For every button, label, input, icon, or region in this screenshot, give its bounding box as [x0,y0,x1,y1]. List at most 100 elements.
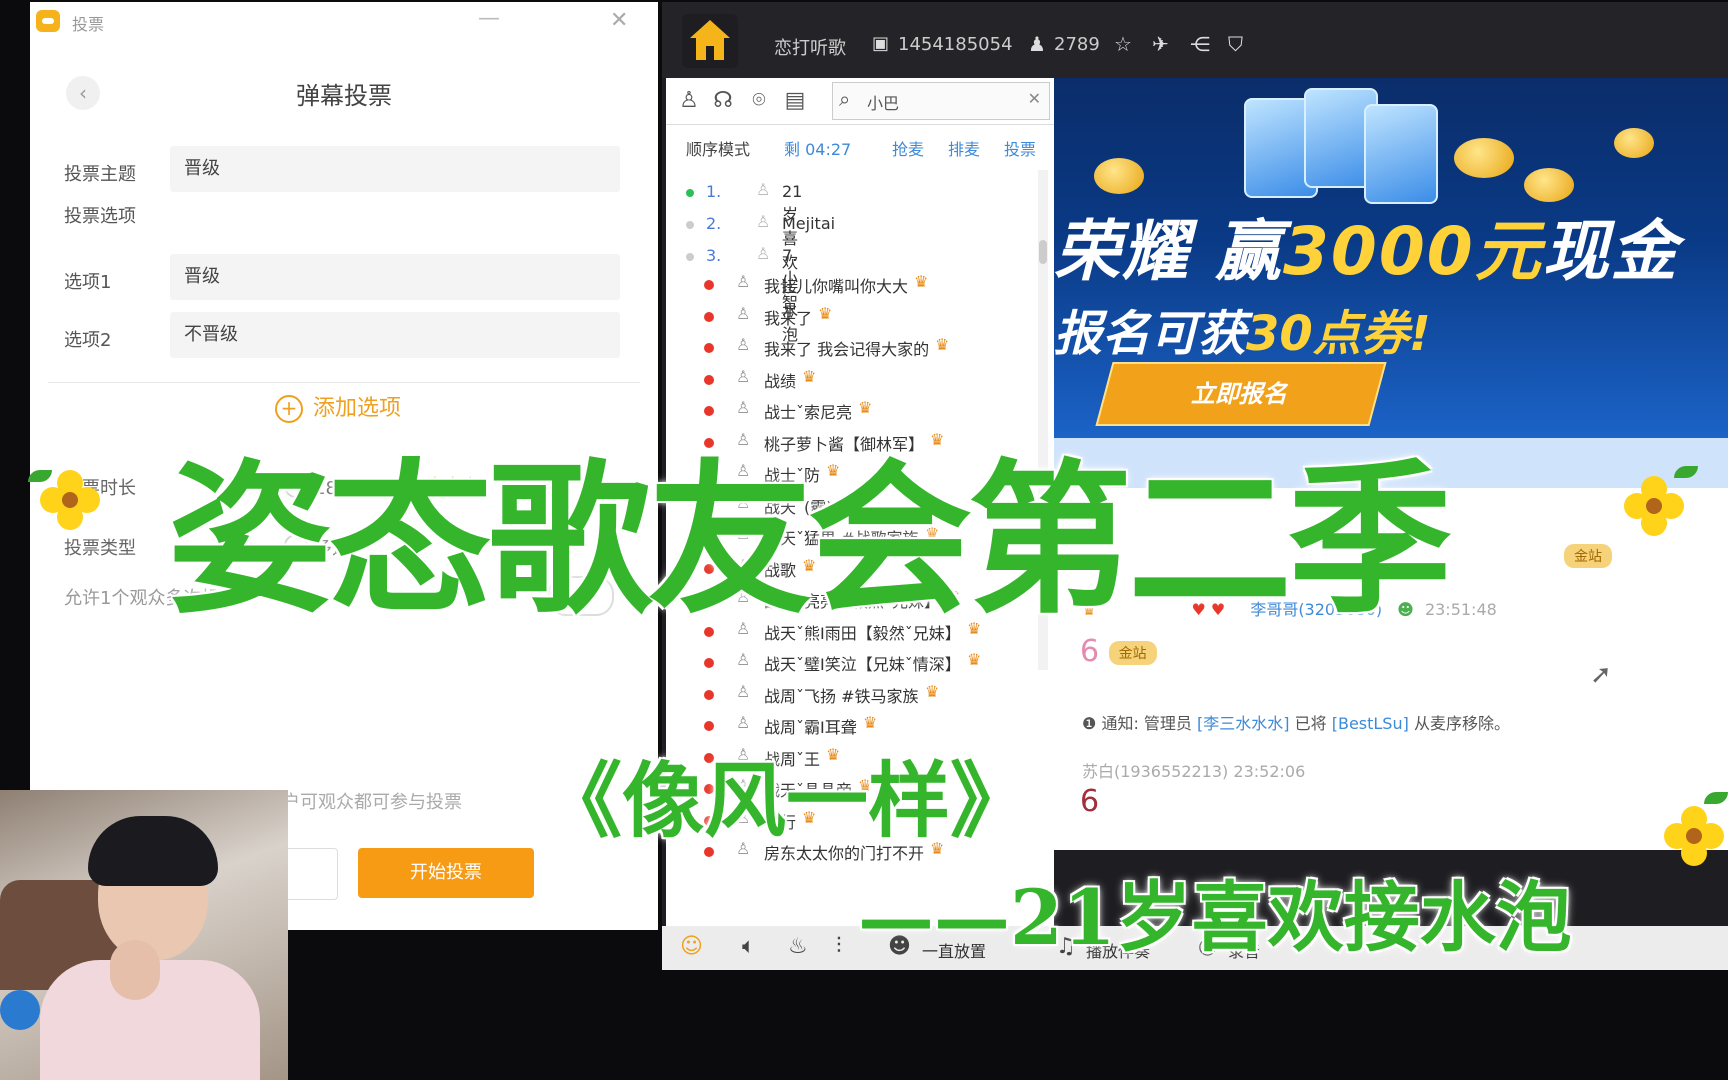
vote-link[interactable]: 投票 [1004,136,1036,160]
user-icon: ♙ [736,681,751,701]
flower-decoration [1624,466,1698,536]
online-dot-icon [704,311,714,322]
coin-graphic [1094,158,1144,194]
panel-tabs: ♙ ☊ ⌾ ▤ ⌕ 小巴 ✕ [666,78,1054,125]
sort-bar: 顺序模式 剩 04:27 抢麦 排麦 投票 [666,128,1054,164]
room-id: 1454185054 [898,34,1013,55]
mixer-icon[interactable]: ⫶ [836,934,842,959]
list-icon[interactable]: ▤ [780,86,810,116]
queue-rank: 1. [706,182,722,201]
streamer-hand [110,940,160,1000]
online-dot-icon [704,374,714,385]
location-icon[interactable]: ⌾ [744,86,774,116]
user-name: 战周ˇ飞扬 #铁马家族 [764,686,919,706]
divider [48,382,640,383]
grab-mic-link[interactable]: 抢麦 [892,136,924,160]
search-icon: ⌕ [839,87,851,111]
online-dot-icon [704,689,714,700]
user-name: 战天ˇ璧Ⅰ笑泣【兄妹ˇ情深】 [764,655,961,674]
queue-rank: 3. [706,246,722,265]
coin-graphic [1454,138,1514,178]
queue-rank: 2. [706,214,722,233]
overlay-artist: ——21岁喜欢接水泡 [858,873,1572,962]
crown-icon: ♛ [818,303,833,323]
vote-titlebar: 投票 — ✕ [30,2,658,42]
banner-headline: 荣耀 赢3000元现金 [1054,213,1679,290]
status-dot-icon [686,189,694,197]
option1-input[interactable]: 晋级 [170,254,620,300]
app-logo-icon [36,10,60,32]
room-name: 恋打听歌 [774,38,846,59]
user-list-item[interactable]: ♙ 我来了 ♛ [666,302,1054,332]
user-list-item[interactable]: ♙ 战天ˇ璧Ⅰ笑泣【兄妹ˇ情深】 ♛ [666,648,1054,678]
flower-decoration [1664,792,1728,866]
user-list-item[interactable]: ♙ 战周ˇ飞扬 #铁马家族 ♛ [666,680,1054,710]
shield-icon[interactable]: ⛉ [1228,32,1243,56]
queue-name: Mejitai [782,214,836,233]
coin-graphic [1524,168,1574,202]
option1-label: 选项1 [64,272,112,293]
user-icon: ♙ [736,713,751,732]
clear-icon[interactable]: ✕ [1028,89,1041,108]
online-dot-icon [704,721,714,731]
online-dot-icon [704,280,714,290]
user-icon: ♙ [756,180,771,199]
admin-notice: ❶ 通知: 管理员 [李三水水水] 已将 [BestLSu] 从麦序移除。 [1082,714,1510,733]
user-search[interactable]: ⌕ 小巴 ✕ [832,82,1050,120]
home-icon[interactable] [682,14,738,68]
share-icon[interactable]: ⋲ [1190,32,1210,56]
user-name: 我来了 我会记得大家的 [764,340,930,359]
promo-banner[interactable]: 荣耀 赢3000元现金 报名可获30点券! 立即报名 [1054,78,1728,438]
streamer-hair [88,816,218,886]
headset-icon[interactable]: ☊ [708,86,738,116]
status-dot-icon [686,221,694,229]
start-vote-button[interactable]: 开始投票 [358,848,534,898]
mascot-icon[interactable]: ☺ [680,934,703,959]
user-list-item[interactable]: ♙ 我让儿你嘴叫你大大 ♛ [666,270,1054,300]
user-icon: ♙ [736,366,751,386]
user-icon: ♙ [736,272,751,291]
overlay-main-title: 姿态歌友会第二季 [168,443,1452,636]
user-icon[interactable]: ♙ [674,86,704,116]
window-title: 投票 [72,15,105,34]
options-label: 投票选项 [64,206,136,227]
crown-icon: ♛ [925,681,940,701]
crown-icon: ♛ [935,335,950,354]
topic-label: 投票主题 [64,164,136,185]
info-icon: ❶ [1082,714,1097,733]
user-name: 我让儿你嘴叫你大大 [764,277,909,296]
close-icon[interactable]: ✕ [610,8,628,33]
option2-input[interactable]: 不晋级 [170,312,620,358]
status-dot-icon [686,253,694,261]
minimize-icon[interactable]: — [478,6,500,31]
airplane-icon[interactable]: ✈ [1152,32,1169,56]
user-icon: ♙ [736,335,751,354]
webcam-feed [0,790,288,1080]
online-dot-icon [704,658,714,668]
coin-graphic [1614,128,1654,158]
sort-mode-select[interactable]: 顺序模式 [686,136,750,160]
banner-subline: 报名可获30点券! [1054,306,1431,362]
user-icon: ♙ [756,244,771,263]
option2-label: 选项2 [64,330,112,351]
user-name: 战绩 [764,371,797,391]
chevron-left-icon[interactable]: ‹ [66,76,100,110]
card-graphic [1364,104,1438,204]
person-icon: ♟ [1028,32,1046,56]
topic-input[interactable]: 晋级 [170,146,620,192]
star-icon[interactable]: ☆ [1114,32,1132,56]
user-icon: ♙ [736,303,751,323]
overlay-song-title: 《像风一样》 [540,753,1033,849]
room-topbar: 恋打听歌 ▣ 1454185054 ♟ 2789 ☆ ✈ ⋲ ⛉ [662,2,1728,78]
dialog-title: 弹幕投票 [296,82,392,110]
user-icon: ♙ [756,212,771,231]
crown-icon: ♛ [967,650,982,669]
queue-mic-link[interactable]: 排麦 [948,136,980,160]
user-list-item[interactable]: ♙ 战绩 ♛ [666,365,1054,395]
microphone-icon[interactable]: ♨ [788,934,808,959]
flower-decoration [28,470,100,530]
speaker-icon[interactable]: 🔈︎ [742,934,755,959]
search-input[interactable]: 小巴 [867,90,899,114]
user-list-item[interactable]: ♙ 我来了 我会记得大家的 ♛ [666,333,1054,363]
online-dot-icon [704,343,714,353]
